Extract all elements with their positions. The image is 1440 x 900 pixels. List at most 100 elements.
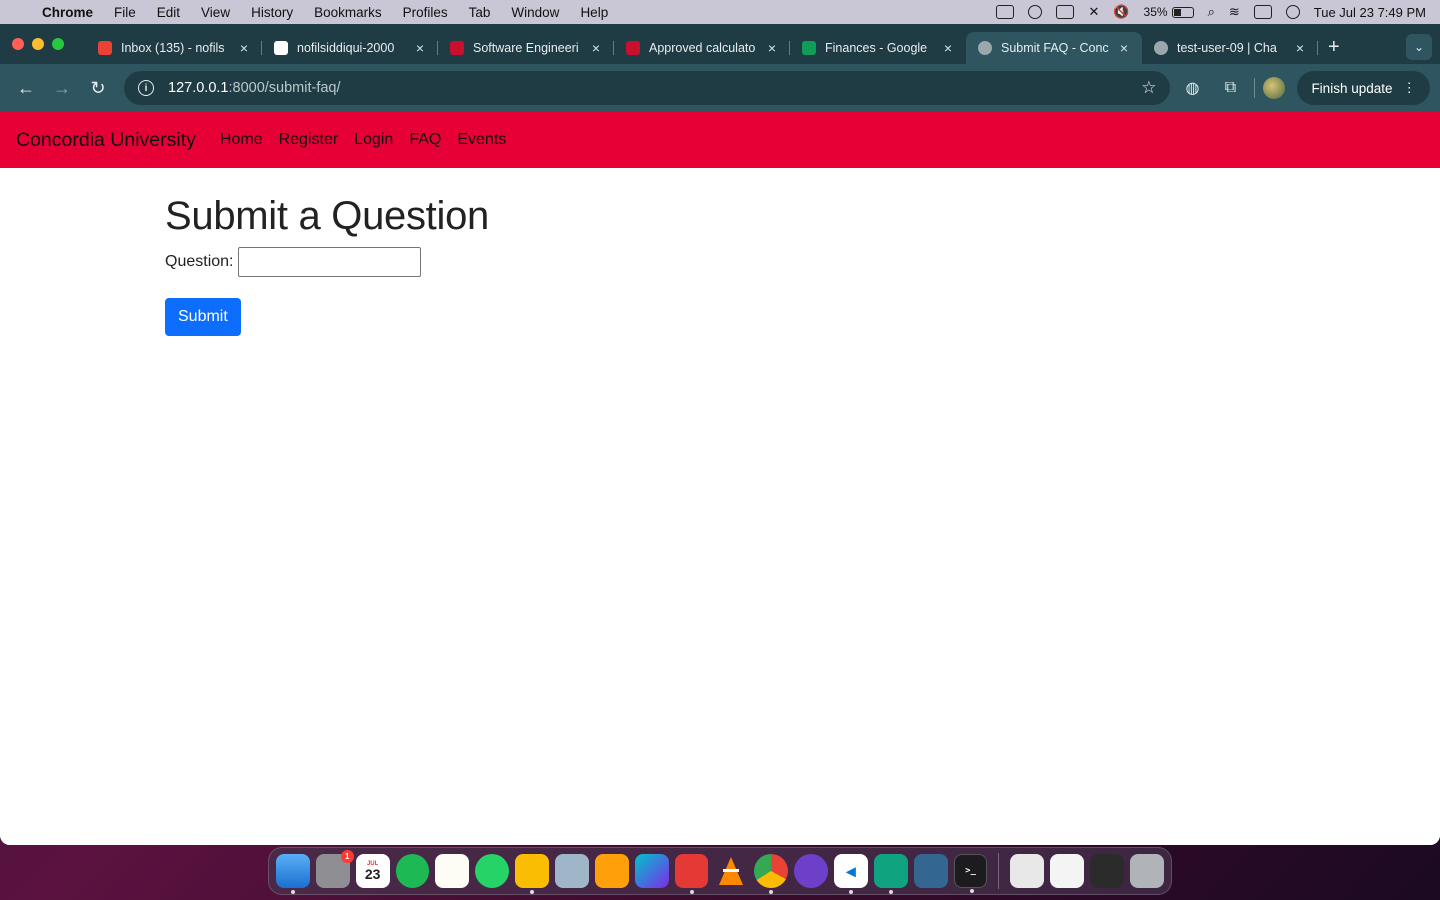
page-title: Submit a Question (165, 194, 489, 238)
tab-title: test-user-09 | Cha (1177, 41, 1277, 55)
browser-tab[interactable]: test-user-09 | Cha × (1142, 32, 1318, 64)
translate-globe-icon[interactable]: ◍ (1176, 72, 1208, 104)
menu-help[interactable]: Help (580, 5, 608, 20)
globe-icon (1154, 41, 1168, 55)
close-tab-icon[interactable]: × (236, 40, 252, 56)
browser-tab[interactable]: Inbox (135) - nofils × (86, 32, 262, 64)
wps-office-icon[interactable] (674, 854, 709, 894)
close-tab-icon[interactable]: × (1116, 40, 1132, 56)
browser-tab[interactable]: nofilsiddiqui-2000 × (262, 32, 438, 64)
menu-tab[interactable]: Tab (469, 5, 491, 20)
calendar-icon[interactable]: JUL 23 (355, 854, 390, 888)
postgresql-icon[interactable] (913, 854, 948, 888)
browser-tab[interactable]: Software Engineeri × (438, 32, 614, 64)
bookmark-star-icon[interactable]: ☆ (1141, 78, 1156, 98)
close-tab-icon[interactable]: × (764, 40, 780, 56)
wps-status-icon[interactable] (996, 5, 1015, 19)
fullscreen-window-button[interactable] (52, 38, 64, 50)
menu-profiles[interactable]: Profiles (403, 5, 448, 20)
chrome-icon[interactable] (754, 854, 789, 894)
question-form-row: Question: (165, 247, 1440, 277)
profile-avatar[interactable] (1263, 77, 1286, 99)
control-center-icon[interactable] (1253, 5, 1272, 19)
close-window-button[interactable] (12, 38, 24, 50)
toolbar-divider (1254, 78, 1256, 98)
finish-update-button[interactable]: Finish update ⋮ (1297, 71, 1430, 105)
question-input[interactable] (238, 247, 422, 277)
tab-title: Inbox (135) - nofils (121, 41, 225, 55)
spotify-icon[interactable] (395, 854, 430, 888)
pages-icon[interactable] (594, 854, 629, 888)
mute-icon[interactable]: 🔇 (1113, 4, 1129, 20)
close-tab-icon[interactable]: × (588, 40, 604, 56)
vpn-shield-icon[interactable] (1028, 5, 1043, 19)
system-settings-icon[interactable]: 1 (315, 850, 354, 888)
menu-edit[interactable]: Edit (157, 5, 180, 20)
keyboard-icon[interactable] (1056, 5, 1075, 19)
tab-title: Approved calculato (649, 41, 756, 55)
menu-window[interactable]: Window (511, 5, 559, 20)
preview-icon[interactable] (555, 854, 589, 888)
close-tab-icon[interactable]: × (1292, 40, 1308, 56)
tab-title: Finances - Google (825, 41, 928, 55)
siri-icon[interactable] (1285, 5, 1300, 19)
new-tab-button[interactable]: + (1328, 36, 1340, 59)
chatgpt-icon[interactable] (873, 854, 908, 894)
close-tab-icon[interactable]: × (940, 40, 956, 56)
trash-icon[interactable] (1130, 854, 1164, 888)
whatsapp-icon[interactable] (475, 854, 510, 888)
calendar-day: 23 (364, 866, 381, 882)
recent-window-thumbnail[interactable] (1010, 854, 1045, 888)
back-button[interactable]: ← (10, 72, 42, 104)
finish-update-label: Finish update (1311, 80, 1393, 96)
site-brand-link[interactable]: Concordia University (16, 129, 196, 152)
kebab-menu-icon[interactable]: ⋮ (1403, 80, 1417, 96)
tab-search-button[interactable]: ⌄ (1406, 34, 1432, 60)
canva-icon[interactable] (634, 854, 669, 888)
recent-window-thumbnail[interactable] (1090, 854, 1125, 888)
github-desktop-icon[interactable] (794, 854, 829, 888)
spotlight-search-icon[interactable]: ⌕ (1208, 4, 1215, 20)
terminal-icon[interactable]: >_ (953, 854, 988, 893)
menu-bookmarks[interactable]: Bookmarks (314, 5, 382, 20)
nav-link-register[interactable]: Register (279, 131, 339, 149)
macos-dock: 1 JUL 23 ◂ >_ (268, 847, 1172, 895)
reload-button[interactable]: ↻ (82, 72, 114, 104)
extensions-puzzle-icon[interactable]: ⧉ (1214, 72, 1246, 104)
gmail-icon (98, 41, 112, 55)
submit-button[interactable]: Submit (165, 298, 241, 336)
browser-tab[interactable]: Submit FAQ - Conc × (966, 32, 1142, 64)
site-info-icon[interactable]: i (138, 80, 154, 96)
close-tab-icon[interactable]: × (412, 40, 428, 56)
nav-link-faq[interactable]: FAQ (409, 131, 441, 149)
browser-tab[interactable]: Finances - Google × (790, 32, 966, 64)
macos-menubar: Chrome File Edit View History Bookmarks … (0, 0, 1440, 24)
concordia-icon (450, 41, 464, 55)
wifi-icon[interactable]: ≋ (1229, 4, 1240, 20)
globe-icon (978, 41, 992, 55)
tab-title: nofilsiddiqui-2000 (297, 41, 395, 55)
battery-indicator[interactable]: 35% (1144, 5, 1194, 19)
menu-view[interactable]: View (201, 5, 230, 20)
menu-app-name[interactable]: Chrome (42, 5, 93, 20)
browser-tab[interactable]: Approved calculato × (614, 32, 790, 64)
google-keep-icon[interactable] (515, 854, 550, 894)
nav-link-events[interactable]: Events (457, 131, 506, 149)
minimize-window-button[interactable] (32, 38, 44, 50)
nav-link-home[interactable]: Home (220, 131, 263, 149)
vlc-icon[interactable] (714, 854, 748, 888)
menubar-clock[interactable]: Tue Jul 23 7:49 PM (1314, 5, 1426, 20)
notes-icon[interactable] (435, 854, 470, 888)
menu-file[interactable]: File (114, 5, 136, 20)
address-bar[interactable]: i 127.0.0.1:8000/submit-faq/ ☆ (124, 71, 1171, 105)
vscode-icon[interactable]: ◂ (834, 854, 868, 894)
menu-history[interactable]: History (251, 5, 293, 20)
finder-icon[interactable] (276, 854, 310, 894)
browser-window: Inbox (135) - nofils × nofilsiddiqui-2000 ×… (0, 24, 1440, 845)
recent-window-thumbnail[interactable] (1050, 854, 1085, 888)
nav-link-login[interactable]: Login (354, 131, 393, 149)
bluetooth-icon[interactable]: ✕ (1088, 4, 1099, 20)
forward-button[interactable]: → (46, 72, 78, 104)
battery-icon (1171, 6, 1194, 18)
tab-separator (1317, 41, 1318, 55)
